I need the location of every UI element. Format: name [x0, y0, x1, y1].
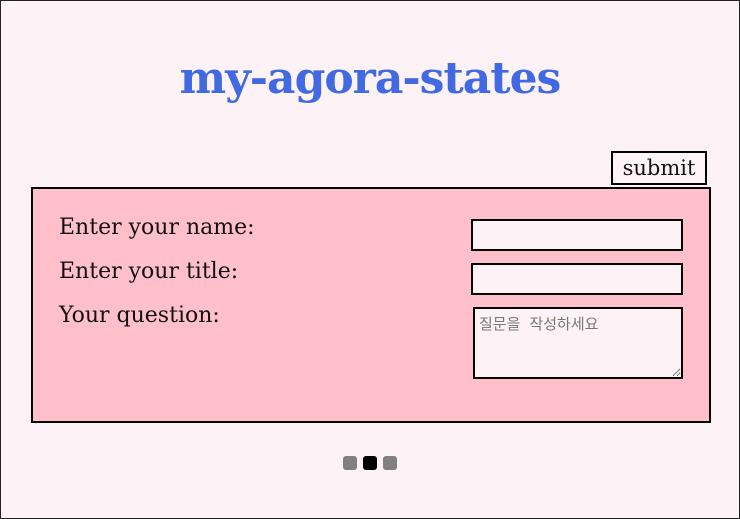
- question-textarea[interactable]: [473, 307, 683, 379]
- title-input[interactable]: [471, 263, 683, 295]
- question-label: Your question:: [59, 303, 220, 328]
- page-title: my-agora-states: [179, 53, 562, 104]
- page-dot-2[interactable]: [363, 456, 377, 470]
- page-dot-1[interactable]: [343, 456, 357, 470]
- name-input[interactable]: [471, 219, 683, 251]
- page-dot-3[interactable]: [383, 456, 397, 470]
- submit-button[interactable]: submit: [611, 151, 707, 185]
- question-form: Enter your name: Enter your title: Your …: [31, 187, 711, 423]
- name-label: Enter your name:: [59, 215, 255, 240]
- pagination: [343, 456, 397, 470]
- title-label: Enter your title:: [59, 259, 239, 284]
- app-frame: my-agora-states submit Enter your name: …: [0, 0, 740, 519]
